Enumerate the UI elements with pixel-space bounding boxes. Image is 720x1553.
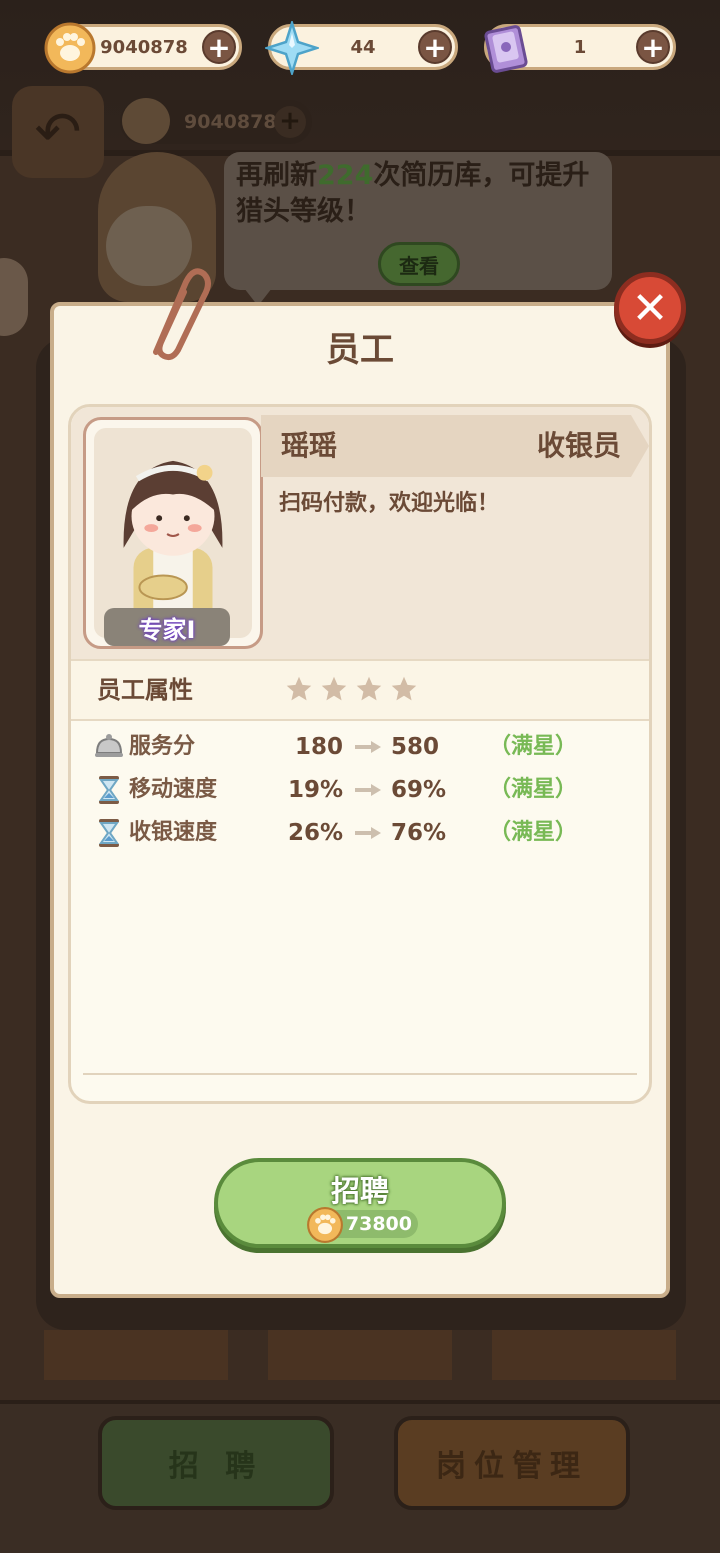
headhunter-tip-bubble: 再刷新224次简历库，可提升猎头等级！ 查看 <box>224 152 612 306</box>
backdrop-coin-display: 9040878 + <box>120 98 312 144</box>
star-icon <box>391 676 417 701</box>
hourglass-icon <box>99 776 119 804</box>
star-icon <box>356 676 382 701</box>
add-gems-button[interactable]: + <box>418 30 452 64</box>
stat-max: 580 <box>391 734 440 760</box>
close-button[interactable]: ✕ <box>614 272 686 344</box>
cloche-icon <box>95 734 123 757</box>
stat-current: 180 <box>294 734 343 760</box>
backdrop-slot <box>492 1330 676 1380</box>
backdrop-slot <box>268 1330 452 1380</box>
stat-row-move-speed: 移动速度 19% 69% （满星） <box>93 770 613 810</box>
backdrop-slot <box>44 1330 228 1380</box>
star-icon <box>286 676 312 701</box>
stat-row-service: 服务分 180 580 （满星） <box>93 727 613 767</box>
backdrop-add-icon: + <box>274 106 306 138</box>
stat-row-checkout-speed: 收银速度 26% 76% （满星） <box>93 813 613 853</box>
attributes-label: 员工属性 <box>97 676 193 704</box>
gem-counter: 44 + <box>265 21 458 75</box>
employee-slogan: 扫码付款，欢迎光临！ <box>279 491 500 516</box>
stat-current: 19% <box>287 777 343 803</box>
hire-label: 招聘 <box>330 1174 389 1208</box>
back-arrow-icon: ↶ <box>12 86 104 178</box>
stat-label: 移动速度 <box>129 777 218 802</box>
panel-divider <box>83 1073 637 1075</box>
employee-name: 瑶瑶 <box>281 429 338 462</box>
employee-portrait: 专家I <box>83 417 263 649</box>
arrow-right-icon <box>355 784 381 796</box>
stat-max: 69% <box>391 777 447 803</box>
view-button[interactable]: 查看 <box>378 242 460 286</box>
stat-label: 收银速度 <box>129 820 218 845</box>
add-paw-coins-button[interactable]: + <box>202 30 236 64</box>
stat-note: （满星） <box>489 777 578 802</box>
backdrop-manage-tab: 岗位管理 <box>394 1416 630 1510</box>
tip-message: 再刷新224次简历库，可提升猎头等级！ <box>236 160 590 227</box>
backdrop-coin-value: 9040878 <box>184 111 277 133</box>
hourglass-icon <box>99 819 119 847</box>
paw-coin-icon <box>122 98 170 144</box>
arrow-right-icon <box>355 741 381 753</box>
employee-info-band: 专家I 瑶瑶 收银员 扫码付款，欢迎光临！ <box>71 407 649 659</box>
arrow-right-icon <box>355 827 381 839</box>
modal-title: 员工 <box>326 330 394 370</box>
stat-max: 76% <box>391 820 447 846</box>
rank-badge: 专家I <box>104 608 230 646</box>
book-counter: 1 + <box>484 24 676 73</box>
paw-coin-counter: 9040878 + <box>44 22 242 74</box>
name-ribbon: 瑶瑶 收银员 <box>261 415 649 477</box>
employee-role: 收银员 <box>536 429 621 462</box>
stat-note: （满星） <box>489 820 578 845</box>
close-icon: ✕ <box>631 282 669 334</box>
add-books-button[interactable]: + <box>636 30 670 64</box>
paw-coin-icon <box>307 1207 343 1243</box>
stat-label: 服务分 <box>129 734 196 759</box>
employee-detail-panel: 专家I 瑶瑶 收银员 扫码付款，欢迎光临！ 员工属性 服务分 180 580 （… <box>68 404 652 1104</box>
attributes-header: 员工属性 <box>71 659 649 721</box>
star-icon <box>321 676 347 701</box>
hire-button[interactable]: 招聘 73800 <box>214 1158 506 1248</box>
employee-avatar <box>123 460 223 638</box>
refresh-count: 224 <box>317 160 374 191</box>
backdrop-recruit-tab: 招 聘 <box>98 1416 334 1510</box>
stat-current: 26% <box>287 820 343 846</box>
stat-note: （满星） <box>489 734 578 759</box>
star-rating <box>285 675 418 703</box>
